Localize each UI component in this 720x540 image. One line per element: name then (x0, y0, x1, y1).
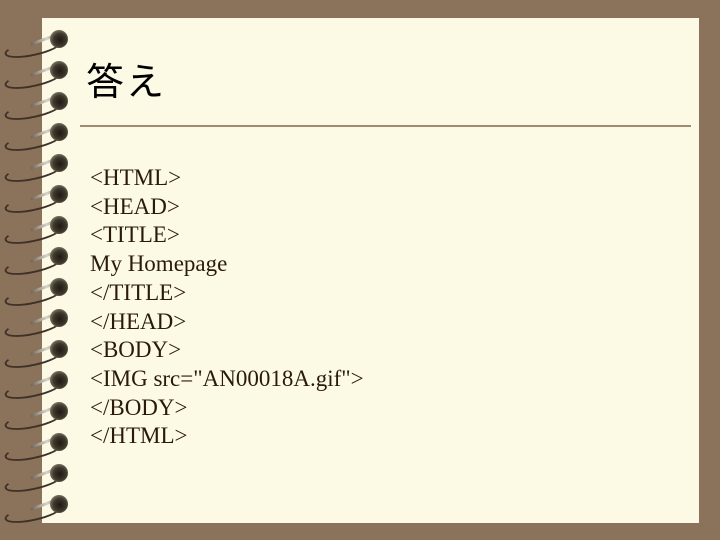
spiral-ring-icon (0, 216, 80, 248)
code-line: </HEAD> (90, 308, 187, 334)
code-line: <HTML> (90, 165, 182, 190)
code-line: <HEAD> (90, 193, 180, 219)
punch-hole-icon (50, 123, 68, 141)
punch-hole-icon (50, 154, 68, 172)
spiral-ring-icon (0, 123, 80, 155)
spiral-ring-icon (0, 154, 80, 186)
spiral-ring-icon (0, 247, 80, 279)
code-line: <BODY> (90, 337, 182, 363)
code-line: </BODY> (90, 394, 188, 420)
punch-hole-icon (50, 340, 68, 358)
punch-hole-icon (50, 433, 68, 451)
spiral-ring-icon (0, 371, 80, 403)
punch-hole-icon (50, 185, 68, 203)
spiral-ring-icon (0, 402, 80, 434)
punch-hole-icon (50, 309, 68, 327)
spiral-ring-icon (0, 61, 80, 93)
punch-hole-icon (50, 495, 68, 513)
punch-hole-icon (50, 402, 68, 420)
spiral-ring-icon (0, 340, 80, 372)
spiral-ring-icon (0, 278, 80, 310)
title-divider (80, 125, 691, 127)
punch-hole-icon (50, 464, 68, 482)
spiral-ring-icon (0, 495, 80, 527)
punch-hole-icon (50, 216, 68, 234)
slide-title: 答え (86, 60, 167, 104)
spiral-ring-icon (0, 30, 80, 62)
spiral-ring-icon (0, 92, 80, 124)
punch-hole-icon (50, 61, 68, 79)
spiral-binding (0, 0, 90, 540)
code-line: </TITLE> (90, 279, 187, 305)
spiral-ring-icon (0, 433, 80, 465)
spiral-ring-icon (0, 309, 80, 341)
spiral-ring-icon (0, 464, 80, 496)
code-listing: <HTML> <HEAD> <TITLE> My Homepage </TITL… (90, 164, 364, 451)
punch-hole-icon (50, 92, 68, 110)
punch-hole-icon (50, 247, 68, 265)
code-line: </HTML> (90, 423, 188, 449)
punch-hole-icon (50, 278, 68, 296)
code-line: <IMG src="AN00018A.gif"> (90, 365, 364, 391)
spiral-ring-icon (0, 185, 80, 217)
code-line: <TITLE> (90, 222, 180, 248)
punch-hole-icon (50, 371, 68, 389)
punch-hole-icon (50, 30, 68, 48)
code-line: My Homepage (90, 251, 228, 277)
